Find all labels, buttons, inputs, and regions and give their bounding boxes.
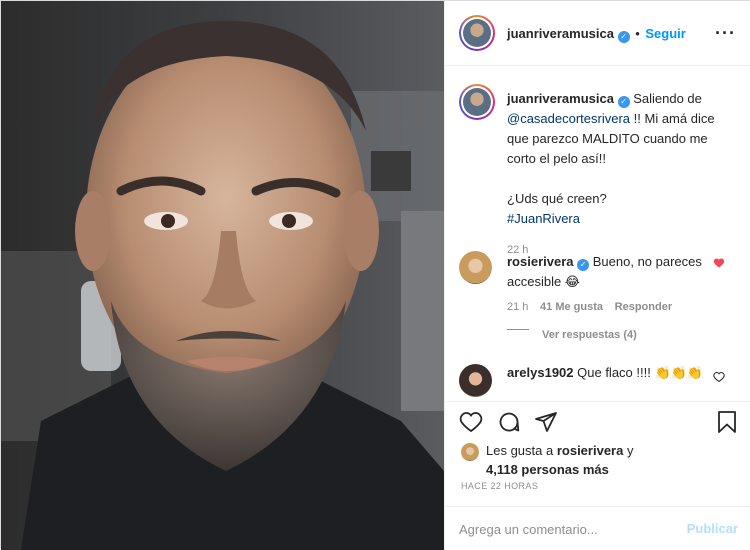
comment-text: Que flaco !!!! 👏👏👏	[577, 365, 704, 380]
commenter-avatar[interactable]	[459, 251, 492, 284]
comment-item: arelys1902 Que flaco !!!! 👏👏👏	[507, 363, 707, 383]
post-details-panel: juanriveramusica ✓ • Seguir ··· juanrive…	[444, 1, 750, 550]
verified-badge-icon: ✓	[577, 259, 590, 271]
caption: juanriveramusica ✓ Saliendo de @casadeco…	[507, 89, 737, 260]
comment-username[interactable]: arelys1902	[507, 365, 574, 380]
comment-bubble-icon[interactable]	[497, 410, 521, 434]
comment-time[interactable]: 21 h	[507, 301, 528, 313]
follow-button[interactable]: Seguir	[645, 26, 685, 41]
likes-prefix: Les gusta a	[486, 443, 554, 458]
caption-username[interactable]: juanriveramusica	[507, 91, 614, 106]
comment-like-heart-icon[interactable]	[713, 371, 725, 386]
more-options-icon[interactable]: ···	[715, 23, 736, 44]
comment-like-heart-icon[interactable]	[713, 257, 725, 272]
likes-suffix: y	[626, 443, 634, 458]
commenter-avatar[interactable]	[459, 364, 492, 397]
post-timestamp[interactable]: HACE 22 HORAS	[461, 481, 538, 491]
likes-text: Les gusta a rosierivera y	[486, 441, 736, 460]
comment-likes-count[interactable]: 41 Me gusta	[540, 301, 603, 313]
comment-meta: 21 h 41 Me gusta Responder	[507, 298, 737, 313]
liker-avatar[interactable]	[461, 443, 479, 461]
comment-item: rosierivera ✓ Bueno, no pareces accesibl…	[507, 252, 707, 292]
post-actions-bar	[445, 401, 750, 441]
share-paper-plane-icon[interactable]	[534, 410, 558, 434]
post-header: juanriveramusica ✓ • Seguir ···	[445, 1, 750, 66]
post-dialog: juanriveramusica ✓ • Seguir ··· juanrive…	[0, 0, 750, 550]
caption-text-before: Saliendo de	[633, 91, 702, 106]
save-bookmark-icon[interactable]	[716, 410, 738, 434]
like-heart-icon[interactable]	[459, 410, 483, 434]
caption-question: ¿Uds qué creen?	[507, 191, 607, 206]
comment-username[interactable]: rosierivera	[507, 254, 574, 269]
caption-author-avatar[interactable]	[459, 84, 495, 120]
verified-badge-icon: ✓	[617, 96, 630, 108]
publish-button[interactable]: Publicar	[687, 521, 738, 536]
author-username[interactable]: juanriveramusica	[507, 26, 614, 41]
replies-divider	[507, 329, 529, 330]
reply-button[interactable]: Responder	[615, 301, 672, 313]
view-replies-button[interactable]: Ver respuestas (4)	[542, 329, 637, 341]
selfie-image	[1, 1, 444, 550]
likes-others-link[interactable]: 4,118 personas más	[486, 460, 609, 479]
comments-list[interactable]: juanriveramusica ✓ Saliendo de @casadeco…	[445, 66, 750, 401]
caption-mention-link[interactable]: @casadecortesrivera	[507, 111, 630, 126]
verified-badge-icon: ✓	[617, 31, 630, 43]
post-photo[interactable]	[1, 1, 444, 550]
header-separator: •	[635, 26, 640, 41]
add-comment-form: Publicar	[445, 506, 750, 550]
author-avatar[interactable]	[459, 15, 495, 51]
comment-input[interactable]	[459, 519, 679, 539]
likes-user-link[interactable]: rosierivera	[557, 443, 624, 458]
caption-hashtag-link[interactable]: #JuanRivera	[507, 211, 580, 226]
